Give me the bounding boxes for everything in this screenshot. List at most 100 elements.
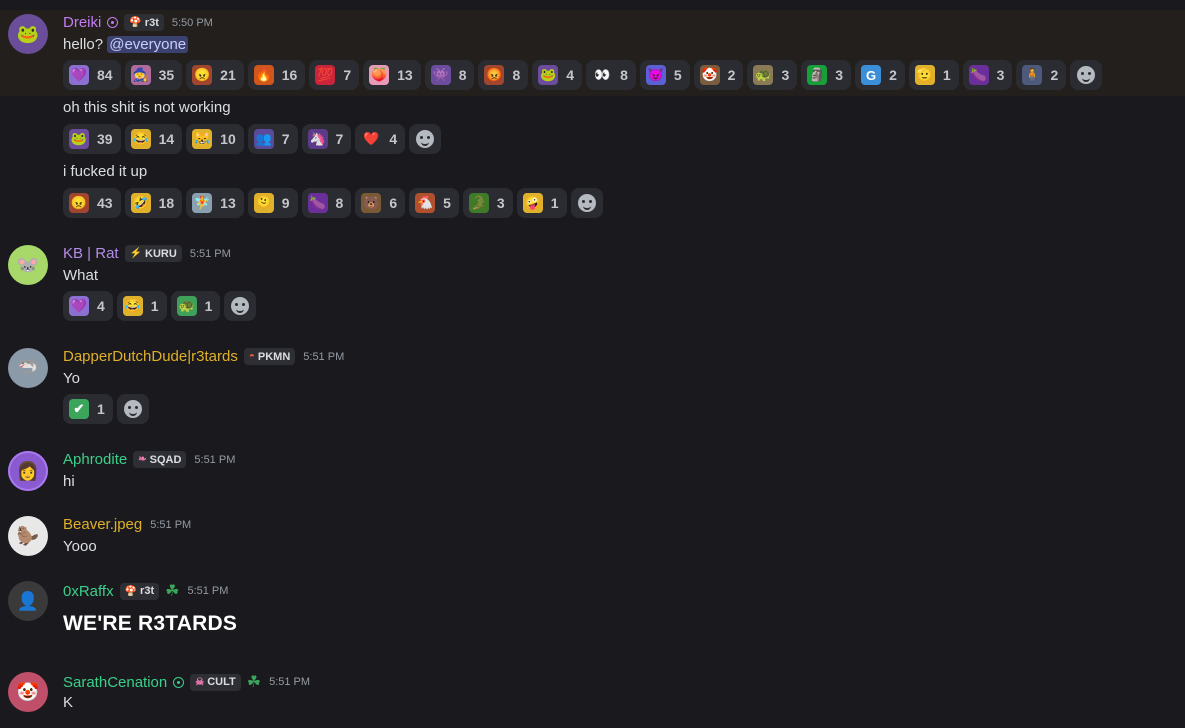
reaction-emoji: ❤️ (361, 129, 382, 149)
reaction-emoji: ✔ (69, 399, 89, 419)
add-reaction-button[interactable] (224, 291, 257, 321)
reaction-button[interactable]: 🍆 3 (962, 60, 1013, 90)
reaction-button[interactable]: 🐊 3 (462, 188, 513, 218)
reaction-button[interactable]: 🧚 13 (186, 188, 244, 218)
reaction-button[interactable]: 👥 7 (247, 124, 298, 154)
guild-tag[interactable]: ☠ CULT (190, 673, 241, 691)
timestamp[interactable]: 5:51 PM (187, 585, 228, 597)
reaction-count: 1 (550, 195, 559, 211)
guild-tag[interactable]: ⚡ KURU (124, 245, 182, 262)
username[interactable]: SarathCenation (63, 674, 167, 691)
reaction-emoji: 💯 (315, 65, 336, 85)
reaction-button[interactable]: 🔥 16 (247, 60, 306, 90)
reaction-button[interactable]: 😠 43 (63, 188, 121, 218)
reaction-button[interactable]: G2 (855, 60, 905, 90)
avatar[interactable]: 🦈 (8, 348, 48, 388)
reaction-button[interactable]: 💯 7 (309, 60, 360, 90)
timestamp[interactable]: 5:51 PM (303, 351, 344, 363)
reaction-button[interactable]: 💜 84 (63, 60, 121, 90)
reaction-count: 9 (281, 195, 290, 211)
timestamp[interactable]: 5:51 PM (194, 454, 235, 466)
username[interactable]: DapperDutchDude|r3tards (63, 348, 238, 365)
add-reaction-button[interactable] (570, 188, 603, 218)
reaction-emoji: 🐔 (415, 193, 436, 213)
reaction-button[interactable]: 👀 8 (586, 60, 636, 90)
reaction-button[interactable]: 🐢 1 (170, 291, 221, 321)
reaction-button[interactable]: ✔ 1 (63, 394, 113, 424)
reaction-count: 5 (443, 195, 451, 211)
add-reaction-icon (123, 400, 142, 418)
reaction-count: 3 (835, 67, 844, 83)
reaction-button[interactable]: 🐔 5 (409, 188, 459, 218)
reaction-button[interactable]: 🫠 9 (247, 188, 298, 218)
username[interactable]: Beaver.jpeg (63, 516, 142, 533)
timestamp[interactable]: 5:50 PM (172, 17, 213, 29)
timestamp[interactable]: 5:51 PM (190, 248, 231, 260)
reaction-button[interactable]: 🤣 18 (124, 188, 183, 218)
reaction-button[interactable]: 💜 4 (63, 291, 113, 321)
reaction-button[interactable]: 🧙 35 (124, 60, 183, 90)
avatar[interactable]: 🦫 (8, 516, 48, 556)
avatar[interactable]: 🤡 (8, 672, 48, 712)
username[interactable]: KB | Rat (63, 245, 119, 262)
reaction-button[interactable]: ❤️ 4 (355, 124, 406, 154)
add-reaction-icon (231, 297, 250, 315)
reaction-button[interactable]: 🐻 6 (355, 188, 406, 218)
reaction-button[interactable]: 🤡 2 (693, 60, 744, 90)
reaction-button[interactable]: 🐸 4 (532, 60, 583, 90)
reaction-emoji: 🔥 (253, 65, 274, 85)
avatar[interactable]: 👩 (8, 451, 48, 491)
reaction-button[interactable]: 🗿 3 (801, 60, 852, 90)
reaction-button[interactable]: 🐸 39 (63, 124, 121, 154)
avatar[interactable]: 🐭 (8, 245, 48, 285)
reaction-button[interactable]: 👾 8 (424, 60, 475, 90)
guild-tag[interactable]: ◓ PKMN (243, 348, 296, 365)
reaction-button[interactable]: 🫡 1 (908, 60, 959, 90)
reaction-count: 4 (389, 131, 398, 147)
reaction-button[interactable]: 🍑 13 (363, 60, 421, 90)
reaction-button[interactable]: 🐢 3 (747, 60, 798, 90)
reaction-button[interactable]: 🧍 2 (1016, 60, 1067, 90)
reaction-button[interactable]: 😂 14 (124, 124, 183, 154)
reaction-button[interactable]: 😹 10 (186, 124, 244, 154)
reaction-emoji: 🫡 (914, 65, 935, 85)
add-reaction-button[interactable] (409, 124, 442, 154)
username[interactable]: 0xRaffx (63, 583, 114, 600)
message: i fucked it up 😠 43 🤣 18 🧚 13 🫠 9 🍆 8 🐻 6 🐔 5 🐊 3 🤪 1 (0, 160, 1185, 220)
reaction-count: 21 (220, 67, 236, 83)
reaction-button[interactable]: 🦄 7 (301, 124, 352, 154)
avatar[interactable]: 🐸 (8, 14, 48, 54)
guild-tag[interactable]: ❧ SQAD (133, 451, 187, 468)
reaction-button[interactable]: 😠 21 (186, 60, 244, 90)
timestamp[interactable]: 5:51 PM (269, 676, 310, 688)
reaction-count: 5 (673, 67, 682, 83)
reaction-count: 13 (220, 195, 236, 211)
reaction-button[interactable]: 🍆 8 (301, 188, 352, 218)
reaction-count: 8 (620, 67, 628, 83)
message-text: hello? @everyone (63, 36, 189, 53)
add-reaction-button[interactable] (116, 394, 149, 424)
add-reaction-button[interactable] (1070, 60, 1103, 90)
username[interactable]: Aphrodite (63, 451, 127, 468)
timestamp[interactable]: 5:51 PM (150, 519, 191, 531)
reaction-count: 14 (158, 131, 175, 147)
reaction-button[interactable]: 🤪 1 (516, 188, 567, 218)
guild-tag[interactable]: 🍄 r3t (124, 14, 164, 31)
reaction-bar: 💜 84 🧙 35 😠 21 🔥 16 💯 7 🍑 13 👾 8 😡 8 🐸 4 👀 8 😈 5 🤡 2 🐢 3 🗿 3 G 2 🫡 1 🍆 3 🧍… (63, 60, 1103, 90)
reaction-emoji: 😠 (192, 65, 213, 85)
reaction-count: 84 (97, 67, 113, 83)
guild-tag[interactable]: 🍄 r3t (119, 582, 160, 600)
reaction-button[interactable]: 😂 1 (116, 291, 167, 321)
message-text: oh this shit is not working (63, 99, 231, 116)
reaction-emoji: 👾 (430, 65, 451, 85)
avatar[interactable]: 👤 (8, 581, 48, 621)
reaction-emoji: 👀 (592, 65, 613, 85)
reaction-count: 2 (889, 67, 897, 83)
reaction-button[interactable]: 😈 5 (639, 60, 690, 90)
reaction-button[interactable]: 😡 8 (478, 60, 529, 90)
username[interactable]: Dreiki (63, 14, 101, 31)
pokeball-icon: ◓ (248, 351, 255, 362)
add-reaction-icon (1077, 66, 1096, 84)
mention-everyone[interactable]: @everyone (107, 36, 189, 53)
message-text: K (63, 694, 74, 711)
